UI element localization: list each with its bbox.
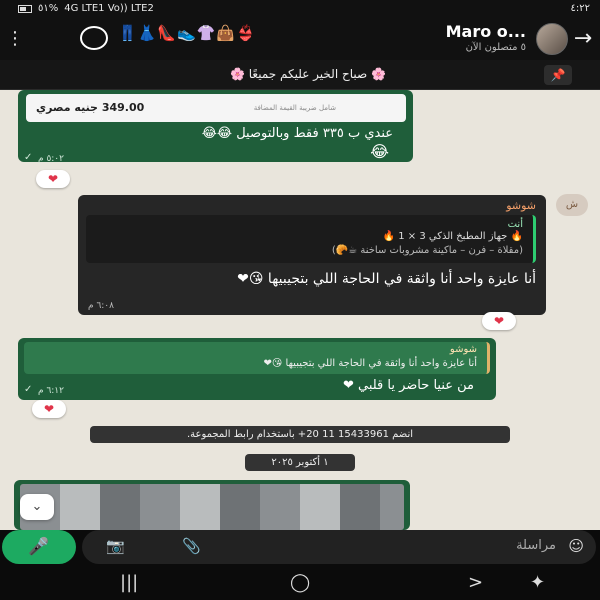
product-price-note: شامل ضريبة القيمة المضافة (253, 104, 336, 112)
outgoing-message-reply[interactable]: شوشو أنا عايزة واحد أنا واثقة في الحاجة … (18, 338, 496, 400)
pin-icon[interactable]: 📌 (544, 65, 572, 85)
quoted-line-1: أنا عايزة واحد أنا واثقة في الحاجة اللي … (263, 358, 477, 369)
home-icon[interactable]: ◯ (290, 572, 310, 593)
quoted-sender: شوشو (449, 344, 477, 355)
message-sender[interactable]: شوشو (506, 199, 536, 212)
outgoing-message-product[interactable]: 349.00 جنيه مصري شامل ضريبة القيمة المضا… (18, 90, 413, 164)
heart-reaction[interactable]: ❤ (482, 312, 516, 330)
system-nav-bar: ||| ◯ > ✦ (0, 566, 600, 600)
message-time: ٦:٠٨ م (88, 301, 114, 311)
quoted-sender: أنت (507, 219, 523, 230)
battery-level: ٥١% (38, 3, 59, 14)
group-avatar[interactable] (536, 23, 568, 55)
group-title[interactable]: Maro o... (446, 22, 526, 41)
clock: ٤:٢٢ (570, 3, 590, 14)
mic-button[interactable]: 🎤 (2, 530, 76, 564)
laughing-emoji: 😂 (370, 142, 389, 161)
message-time: ٥:٠٢ م (38, 154, 64, 164)
network-indicators: 4G LTE1 Vo)) LTE2 (64, 3, 154, 14)
message-time: ٦:١٢ م (38, 386, 64, 396)
quoted-message[interactable]: أنت 🔥 جهاز المطبخ الذكي 3 × 1 🔥 (مقلاة –… (86, 215, 536, 263)
status-left: ٥١% 4G LTE1 Vo)) LTE2 (18, 3, 154, 14)
whatsapp-group-chat: ٥١% 4G LTE1 Vo)) LTE2 ٤:٢٢ → Maro o... ٥… (0, 0, 600, 600)
message-text: عندي ب ٣٣٥ فقط وبالتوصيل 😂😂 (201, 126, 393, 141)
heart-reaction[interactable]: ❤ (32, 400, 66, 418)
camera-icon[interactable]: 📷 (106, 537, 125, 555)
quoted-message[interactable]: شوشو أنا عايزة واحد أنا واثقة في الحاجة … (24, 342, 490, 374)
message-placeholder: مراسلة (516, 538, 556, 553)
scroll-down-icon[interactable]: ⌄ (20, 494, 54, 520)
product-price: 349.00 جنيه مصري (36, 101, 145, 114)
quoted-line-1: 🔥 جهاز المطبخ الذكي 3 × 1 🔥 (382, 231, 523, 242)
date-divider: ١ أكتوبر ٢٠٢٥ (245, 454, 355, 471)
image-preview[interactable] (20, 484, 404, 530)
sender-avatar[interactable]: ش (556, 194, 588, 216)
assistant-sparkle-icon[interactable]: ✦ (530, 572, 545, 593)
menu-dots-icon[interactable]: ⋮ (0, 24, 30, 54)
outgoing-image-message[interactable] (14, 480, 410, 530)
back-icon[interactable]: > (468, 572, 483, 593)
composer-bar: 🎤 📷 📎 مراسلة ☺ (0, 530, 600, 566)
message-text: من عنيا حاضر يا قلبي ❤ (342, 378, 474, 393)
pinned-message-bar[interactable]: 📌 🌸 صباح الخير عليكم جميعًا 🌸 (0, 60, 600, 90)
delivered-check-icon: ✓ (24, 384, 33, 395)
chat-bubble-icon[interactable] (80, 26, 108, 50)
quoted-line-2: (مقلاة – فرن – ماكينة مشروبات ساخنة ☕🥐) (331, 245, 523, 256)
message-input[interactable]: 📷 📎 مراسلة ☺ (82, 530, 596, 564)
system-join-notice: انضم 15433961 11 20+ باستخدام رابط المجم… (90, 426, 510, 443)
attach-icon[interactable]: 📎 (182, 537, 201, 555)
online-count: ٥ متصلون الآن (465, 42, 526, 53)
title-emojis: 👖👗👠👟👚👜👙 (118, 24, 256, 42)
battery-icon (18, 4, 32, 13)
back-arrow-icon[interactable]: → (568, 24, 598, 54)
chat-messages-area[interactable]: 349.00 جنيه مصري شامل ضريبة القيمة المضا… (0, 90, 600, 530)
heart-reaction[interactable]: ❤ (36, 170, 70, 188)
chat-header: → Maro o... ٥ متصلون الآن 👖👗👠👟👚👜👙 ⋮ (0, 18, 600, 60)
message-text: أنا عايزة واحد أنا واثقة في الحاجة اللي … (237, 271, 536, 287)
pinned-message-text: 🌸 صباح الخير عليكم جميعًا 🌸 (230, 67, 386, 81)
delivered-check-icon: ✓ (24, 152, 33, 163)
recent-apps-icon[interactable]: ||| (120, 572, 138, 593)
status-bar: ٥١% 4G LTE1 Vo)) LTE2 ٤:٢٢ (0, 0, 600, 18)
sticker-icon[interactable]: ☺ (568, 537, 584, 555)
incoming-message-reply[interactable]: شوشو أنت 🔥 جهاز المطبخ الذكي 3 × 1 🔥 (مق… (78, 195, 546, 315)
product-card[interactable]: 349.00 جنيه مصري شامل ضريبة القيمة المضا… (26, 94, 406, 122)
